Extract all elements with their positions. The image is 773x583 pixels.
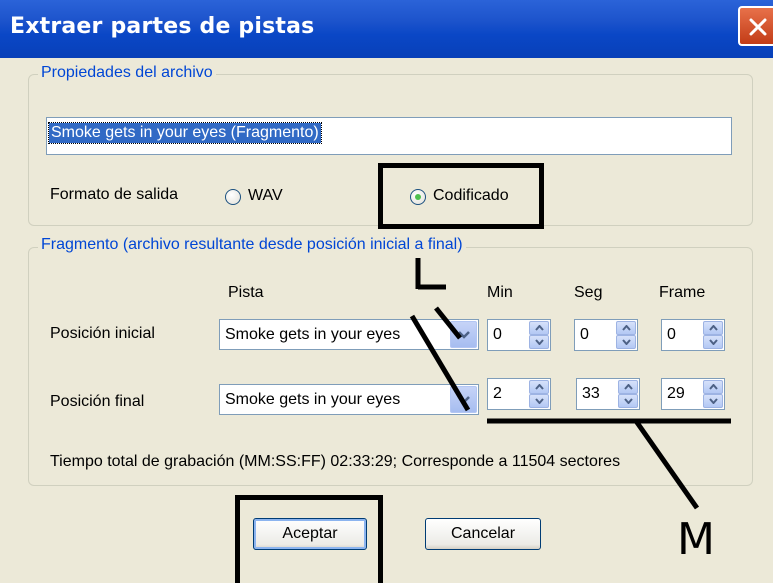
close-x-icon bbox=[749, 18, 767, 36]
chevron-up-icon bbox=[535, 325, 544, 331]
end-track-value: Smoke gets in your eyes bbox=[225, 391, 401, 408]
start-track-dropdown-button[interactable] bbox=[450, 321, 477, 348]
fragment-group bbox=[28, 247, 753, 486]
end-frame-spinner[interactable]: 29 bbox=[661, 378, 725, 410]
chevron-down-icon bbox=[624, 398, 633, 404]
start-min-spinner[interactable]: 0 bbox=[487, 319, 551, 351]
start-min-up-button[interactable] bbox=[529, 321, 549, 335]
chevron-up-icon bbox=[624, 384, 633, 390]
end-frame-up-button[interactable] bbox=[703, 380, 723, 394]
start-sec-up-button[interactable] bbox=[616, 321, 636, 335]
end-frame-down-button[interactable] bbox=[703, 394, 723, 408]
radio-wav[interactable] bbox=[225, 189, 241, 205]
column-frame-header: Frame bbox=[659, 284, 706, 301]
end-sec-up-button[interactable] bbox=[618, 380, 638, 394]
chevron-up-icon bbox=[709, 384, 718, 390]
file-properties-legend: Propiedades del archivo bbox=[38, 64, 216, 82]
close-button[interactable] bbox=[738, 6, 773, 46]
start-position-label: Posición inicial bbox=[50, 325, 155, 342]
start-frame-spinner[interactable]: 0 bbox=[661, 319, 725, 351]
end-sec-value: 33 bbox=[582, 385, 600, 402]
chevron-up-icon bbox=[622, 325, 631, 331]
output-format-label: Formato de salida bbox=[50, 186, 179, 203]
column-min-header: Min bbox=[487, 284, 513, 301]
annotation-label-m: M bbox=[677, 514, 715, 565]
start-sec-value: 0 bbox=[580, 326, 589, 343]
start-frame-up-button[interactable] bbox=[703, 321, 723, 335]
cancel-button[interactable]: Cancelar bbox=[425, 518, 541, 550]
start-track-combo[interactable]: Smoke gets in your eyes bbox=[219, 319, 479, 350]
end-track-combo[interactable]: Smoke gets in your eyes bbox=[219, 384, 479, 415]
start-frame-value: 0 bbox=[667, 326, 676, 343]
end-min-down-button[interactable] bbox=[529, 394, 549, 408]
radio-wav-label[interactable]: WAV bbox=[248, 187, 283, 205]
title-bar[interactable]: Extraer partes de pistas bbox=[0, 0, 773, 58]
chevron-down-icon bbox=[535, 398, 544, 404]
chevron-down-icon bbox=[458, 396, 470, 404]
dialog-window: Extraer partes de pistas Propiedades del… bbox=[0, 0, 773, 583]
annotation-box-accept bbox=[235, 495, 383, 583]
column-track-header: Pista bbox=[228, 284, 264, 301]
chevron-down-icon bbox=[622, 339, 631, 345]
column-sec-header: Seg bbox=[574, 284, 603, 301]
start-min-down-button[interactable] bbox=[529, 335, 549, 349]
end-position-label: Posición final bbox=[50, 393, 145, 410]
start-sec-spinner[interactable]: 0 bbox=[574, 319, 638, 351]
start-frame-down-button[interactable] bbox=[703, 335, 723, 349]
chevron-up-icon bbox=[709, 325, 718, 331]
start-track-value: Smoke gets in your eyes bbox=[225, 326, 401, 343]
chevron-down-icon bbox=[709, 339, 718, 345]
annotation-box-encoded bbox=[378, 163, 544, 229]
end-sec-spinner[interactable]: 33 bbox=[576, 378, 640, 410]
end-sec-down-button[interactable] bbox=[618, 394, 638, 408]
chevron-down-icon bbox=[709, 398, 718, 404]
window-title: Extraer partes de pistas bbox=[10, 14, 315, 39]
end-track-dropdown-button[interactable] bbox=[450, 386, 477, 413]
start-min-value: 0 bbox=[493, 326, 502, 343]
end-frame-value: 29 bbox=[667, 385, 685, 402]
chevron-up-icon bbox=[535, 384, 544, 390]
start-sec-down-button[interactable] bbox=[616, 335, 636, 349]
total-time-text: Tiempo total de grabación (MM:SS:FF) 02:… bbox=[50, 453, 621, 470]
filename-input[interactable]: Smoke gets in your eyes (Fragmento) bbox=[46, 117, 732, 155]
chevron-down-icon bbox=[458, 331, 470, 339]
filename-value: Smoke gets in your eyes (Fragmento) bbox=[48, 122, 322, 144]
end-min-value: 2 bbox=[493, 385, 502, 402]
end-min-spinner[interactable]: 2 bbox=[487, 378, 551, 410]
fragment-legend: Fragmento (archivo resultante desde posi… bbox=[38, 236, 466, 254]
end-min-up-button[interactable] bbox=[529, 380, 549, 394]
chevron-down-icon bbox=[535, 339, 544, 345]
